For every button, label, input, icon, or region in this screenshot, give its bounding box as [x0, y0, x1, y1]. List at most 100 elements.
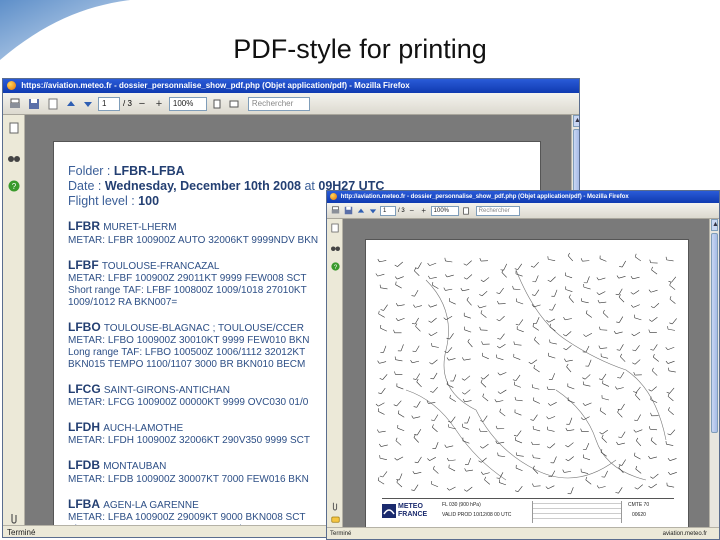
search-input[interactable]: Rechercher: [247, 96, 310, 111]
page-down-icon[interactable]: [368, 205, 378, 216]
paperclip-icon[interactable]: [7, 511, 21, 525]
wind-barb: [547, 256, 556, 261]
binoculars-icon[interactable]: [330, 243, 340, 253]
wind-barb: [463, 312, 471, 319]
status-domain: aviation.meteo.fr: [662, 531, 707, 537]
wind-barb: [378, 310, 385, 318]
wind-barb: [497, 452, 506, 458]
zoom-in-icon[interactable]: +: [152, 96, 166, 112]
wind-barb: [602, 380, 610, 387]
wind-barb: [630, 290, 640, 295]
page-down-icon[interactable]: [81, 96, 95, 112]
zoom-out-icon[interactable]: −: [407, 205, 417, 216]
window-titlebar[interactable]: https://aviation.meteo.fr - dossier_pers…: [3, 79, 579, 93]
wind-barb: [414, 456, 422, 464]
vertical-scrollbar[interactable]: ▲: [709, 219, 719, 527]
folder-line: Folder : LFBR-LFBA: [68, 164, 185, 178]
firefox-icon: [330, 192, 337, 200]
binoculars-icon[interactable]: [7, 151, 21, 165]
wind-barb: [585, 359, 592, 367]
wind-barb: [497, 372, 507, 376]
wind-barb: [534, 336, 540, 345]
wind-barb: [512, 285, 521, 290]
wind-barb: [531, 384, 540, 390]
wind-barb: [582, 442, 590, 450]
fit-page-icon[interactable]: [210, 96, 224, 112]
wind-barb: [479, 257, 488, 262]
wind-barb: [497, 389, 507, 394]
wind-barb: [393, 400, 402, 407]
wind-barb: [444, 444, 454, 448]
zoom-in-icon[interactable]: +: [419, 205, 429, 216]
wind-barb: [551, 289, 558, 297]
page-up-icon[interactable]: [64, 96, 78, 112]
wind-barb: [514, 263, 523, 270]
pages-icon[interactable]: [7, 121, 21, 135]
zoom-select[interactable]: 100%: [430, 205, 459, 216]
station-code: LFBA: [68, 496, 100, 511]
wind-barb: [633, 386, 641, 393]
map-contour: [515, 269, 667, 441]
pages-icon[interactable]: [330, 223, 340, 233]
fit-width-icon[interactable]: [227, 96, 241, 112]
wind-barb: [393, 329, 402, 334]
help-icon[interactable]: ?: [7, 179, 21, 193]
wind-barb: [648, 426, 658, 431]
wind-barb: [428, 275, 437, 279]
page-number-input[interactable]: 1: [380, 205, 396, 216]
window-titlebar[interactable]: http://aviation.meteo.fr - dossier_perso…: [327, 191, 719, 203]
zoom-out-icon[interactable]: −: [135, 96, 149, 112]
pdf-viewer[interactable]: METEO FRANCE FL 030 (900 hPa) VALID PROD…: [343, 219, 709, 539]
wind-barb: [635, 392, 641, 401]
print-icon[interactable]: [7, 96, 23, 112]
scroll-up-arrow[interactable]: ▲: [573, 115, 579, 127]
wind-barb: [648, 483, 657, 489]
wind-barb: [582, 374, 591, 380]
wind-barb: [583, 332, 593, 337]
zoom-select[interactable]: 100%: [168, 96, 207, 111]
print-icon[interactable]: [330, 205, 341, 216]
wind-barb: [396, 383, 404, 390]
wind-barb: [601, 470, 608, 478]
save-icon[interactable]: [26, 96, 42, 112]
wind-barb: [580, 416, 590, 421]
wind-barb: [618, 294, 625, 303]
wind-barb: [530, 414, 538, 421]
wind-barb: [650, 412, 659, 417]
wind-barb: [461, 375, 471, 381]
wind-barb: [599, 407, 607, 415]
wind-barb: [567, 252, 574, 262]
wind-barb: [548, 373, 556, 380]
wind-barb: [480, 277, 490, 282]
wind-barb: [514, 485, 523, 492]
wind-barb: [481, 341, 490, 345]
browser-window-front: http://aviation.meteo.fr - dossier_perso…: [326, 190, 720, 540]
wind-barb: [619, 260, 626, 268]
wind-barb: [615, 386, 624, 390]
fit-page-icon[interactable]: [461, 205, 471, 216]
save-icon[interactable]: [343, 205, 354, 216]
wind-barb: [650, 302, 660, 309]
attach-icon[interactable]: [45, 96, 61, 112]
comment-icon[interactable]: [330, 515, 340, 525]
wind-barb: [431, 414, 439, 421]
search-input[interactable]: Rechercher: [475, 205, 520, 216]
wind-barb: [499, 479, 507, 486]
map-caption-right: CMTE 70: [628, 502, 650, 508]
wind-barb: [379, 471, 388, 478]
wind-barb: [395, 303, 405, 307]
wind-barb: [565, 456, 574, 462]
wind-barb: [412, 345, 420, 353]
wind-barb: [464, 468, 473, 472]
help-icon[interactable]: ?: [330, 261, 340, 271]
page-number-input[interactable]: 1: [98, 96, 120, 111]
paperclip-icon[interactable]: [330, 501, 340, 511]
wind-barb: [411, 289, 419, 297]
wind-barb: [665, 346, 675, 350]
page-up-icon[interactable]: [356, 205, 366, 216]
scroll-thumb[interactable]: [711, 233, 718, 433]
wind-barb: [480, 471, 490, 475]
wind-barb: [411, 317, 419, 325]
wind-barb: [443, 287, 453, 291]
scroll-up-arrow[interactable]: ▲: [711, 219, 719, 231]
